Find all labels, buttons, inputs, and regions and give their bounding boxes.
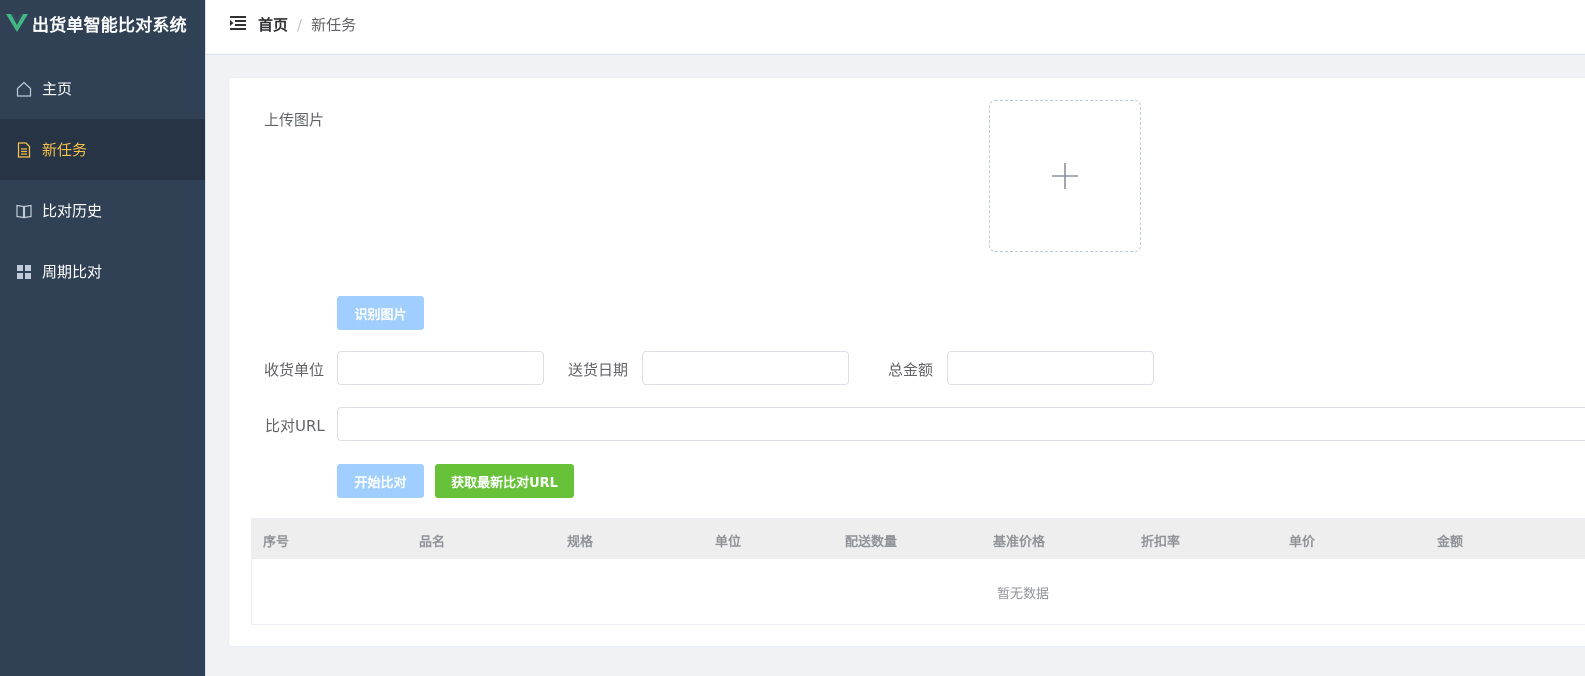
- sidebar-divider: [205, 0, 206, 676]
- column-header-discount-rate: 折扣率: [1141, 535, 1181, 550]
- app-logo[interactable]: 出货单智能比对系统: [0, 0, 205, 46]
- breadcrumb: 首页 / 新任务: [258, 14, 356, 35]
- upload-label: 上传图片: [264, 111, 325, 129]
- receiver-label: 收货单位: [264, 361, 325, 379]
- document-icon: [16, 141, 32, 158]
- app-title: 出货单智能比对系统: [32, 15, 187, 36]
- delivery-date-input[interactable]: [642, 351, 849, 385]
- receiver-input[interactable]: [337, 351, 544, 385]
- sidebar-item-label: 周期比对: [42, 263, 103, 281]
- top-navbar: 首页 / 新任务: [206, 0, 1585, 55]
- image-upload-area[interactable]: [989, 100, 1141, 252]
- sidebar-item-new-task[interactable]: 新任务: [0, 119, 205, 180]
- total-amount-label: 总金额: [888, 361, 934, 379]
- sidebar-item-label: 新任务: [42, 141, 88, 159]
- breadcrumb-current: 新任务: [311, 16, 357, 34]
- column-header-index: 序号: [263, 535, 290, 550]
- column-header-delivery-qty: 配送数量: [845, 535, 898, 550]
- hamburger-icon[interactable]: [230, 15, 246, 30]
- home-icon: [16, 81, 32, 97]
- delivery-date-label: 送货日期: [568, 361, 629, 379]
- sidebar-menu: 主页 新任务 比对历史 周期比对: [0, 58, 205, 302]
- column-header-base-price: 基准价格: [993, 535, 1046, 550]
- start-compare-button[interactable]: 开始比对: [337, 464, 424, 498]
- result-table: 序号 品名 规格 单位 配送数量 基准价格 折扣率 单价 金额 暂无数据: [251, 518, 1585, 625]
- total-amount-input[interactable]: [947, 351, 1154, 385]
- compare-url-label: 比对URL: [265, 417, 325, 435]
- table-empty-text: 暂无数据: [997, 587, 1050, 602]
- vue-logo-icon: [6, 14, 28, 32]
- task-form-card: 上传图片 识别图片 收货单位 送货日期 总金额 比对URL 开始比对 获取最新比…: [228, 77, 1585, 647]
- breadcrumb-home-link[interactable]: 首页: [258, 14, 288, 35]
- sidebar-item-label: 主页: [42, 80, 73, 98]
- column-header-spec: 规格: [567, 535, 594, 550]
- fetch-latest-url-button[interactable]: 获取最新比对URL: [435, 464, 574, 498]
- plus-icon: [1052, 163, 1078, 189]
- sidebar-item-label: 比对历史: [42, 202, 103, 220]
- compare-url-input[interactable]: [337, 407, 1585, 441]
- sidebar: 出货单智能比对系统 主页 新任务 比对历史 周期比对: [0, 0, 205, 676]
- breadcrumb-separator: /: [297, 15, 303, 34]
- column-header-amount: 金额: [1437, 535, 1464, 550]
- sidebar-item-home[interactable]: 主页: [0, 58, 205, 119]
- table-header: 序号 品名 规格 单位 配送数量 基准价格 折扣率 单价 金额: [252, 519, 1585, 559]
- column-header-unit: 单位: [715, 535, 742, 550]
- sidebar-item-periodic[interactable]: 周期比对: [0, 241, 205, 302]
- column-header-unit-price: 单价: [1289, 535, 1316, 550]
- column-header-product-name: 品名: [419, 535, 446, 550]
- book-icon: [16, 203, 32, 219]
- grid-icon: [16, 264, 32, 280]
- sidebar-item-history[interactable]: 比对历史: [0, 180, 205, 241]
- recognize-image-button[interactable]: 识别图片: [337, 296, 424, 330]
